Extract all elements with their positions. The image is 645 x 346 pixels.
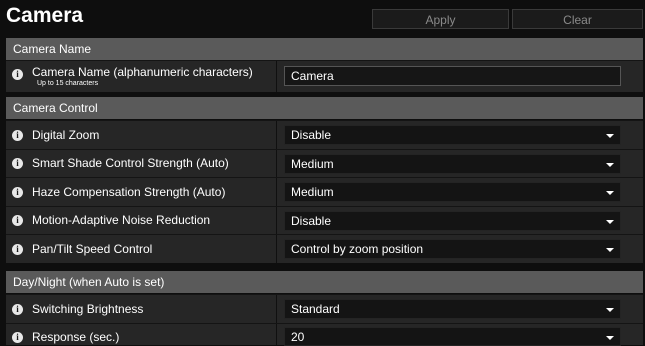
digital-zoom-value: Disable [291,128,332,142]
section-camera-name: Camera Name [6,38,643,60]
haze-select[interactable]: Medium [284,182,621,202]
haze-value: Medium [291,185,334,199]
info-icon[interactable]: i [12,332,23,343]
digital-zoom-label: Digital Zoom [32,128,100,142]
digital-zoom-select[interactable]: Disable [284,125,621,145]
page-title: Camera [6,4,84,27]
section-day-night: Day/Night (when Auto is set) [6,271,643,293]
apply-button[interactable]: Apply [372,9,509,29]
page-header: Camera Apply Clear [0,0,645,32]
info-icon[interactable]: i [12,130,23,141]
noise-select[interactable]: Disable [284,211,621,231]
chevron-down-icon [606,308,614,312]
smart-shade-value: Medium [291,157,334,171]
clear-button[interactable]: Clear [512,9,643,29]
response-label: Response (sec.) [32,330,120,344]
switching-value: Standard [291,302,340,316]
switching-label: Switching Brightness [32,302,144,316]
section-camera-control: Camera Control [6,97,643,119]
chevron-down-icon [606,248,614,252]
info-icon[interactable]: i [12,304,23,315]
info-icon[interactable]: i [12,187,23,198]
info-icon[interactable]: i [12,69,23,80]
row-switching-brightness: i Switching Brightness Standard [6,294,643,323]
pan-tilt-value: Control by zoom position [291,242,424,256]
row-response: i Response (sec.) 20 [6,323,643,346]
noise-label: Motion-Adaptive Noise Reduction [32,213,211,227]
pan-tilt-select[interactable]: Control by zoom position [284,239,621,259]
row-pan-tilt: i Pan/Tilt Speed Control Control by zoom… [6,234,643,263]
chevron-down-icon [606,336,614,340]
chevron-down-icon [606,191,614,195]
response-select[interactable]: 20 [284,327,621,346]
camera-name-input[interactable]: Camera [284,66,621,86]
info-icon[interactable]: i [12,244,23,255]
row-digital-zoom: i Digital Zoom Disable [6,120,643,149]
response-value: 20 [291,330,305,344]
switching-select[interactable]: Standard [284,299,621,319]
smart-shade-label: Smart Shade Control Strength (Auto) [32,156,229,170]
haze-label: Haze Compensation Strength (Auto) [32,185,226,199]
noise-value: Disable [291,214,332,228]
chevron-down-icon [606,220,614,224]
info-icon[interactable]: i [12,158,23,169]
chevron-down-icon [606,134,614,138]
row-haze-compensation: i Haze Compensation Strength (Auto) Medi… [6,177,643,206]
camera-name-hint: Up to 15 characters [37,80,99,87]
chevron-down-icon [606,163,614,167]
row-camera-name: i Camera Name (alphanumeric characters) … [6,60,643,92]
camera-name-label: Camera Name (alphanumeric characters) [32,65,253,79]
row-noise-reduction: i Motion-Adaptive Noise Reduction Disabl… [6,206,643,234]
pan-tilt-label: Pan/Tilt Speed Control [32,242,153,256]
row-smart-shade: i Smart Shade Control Strength (Auto) Me… [6,149,643,177]
smart-shade-select[interactable]: Medium [284,154,621,174]
info-icon[interactable]: i [12,215,23,226]
